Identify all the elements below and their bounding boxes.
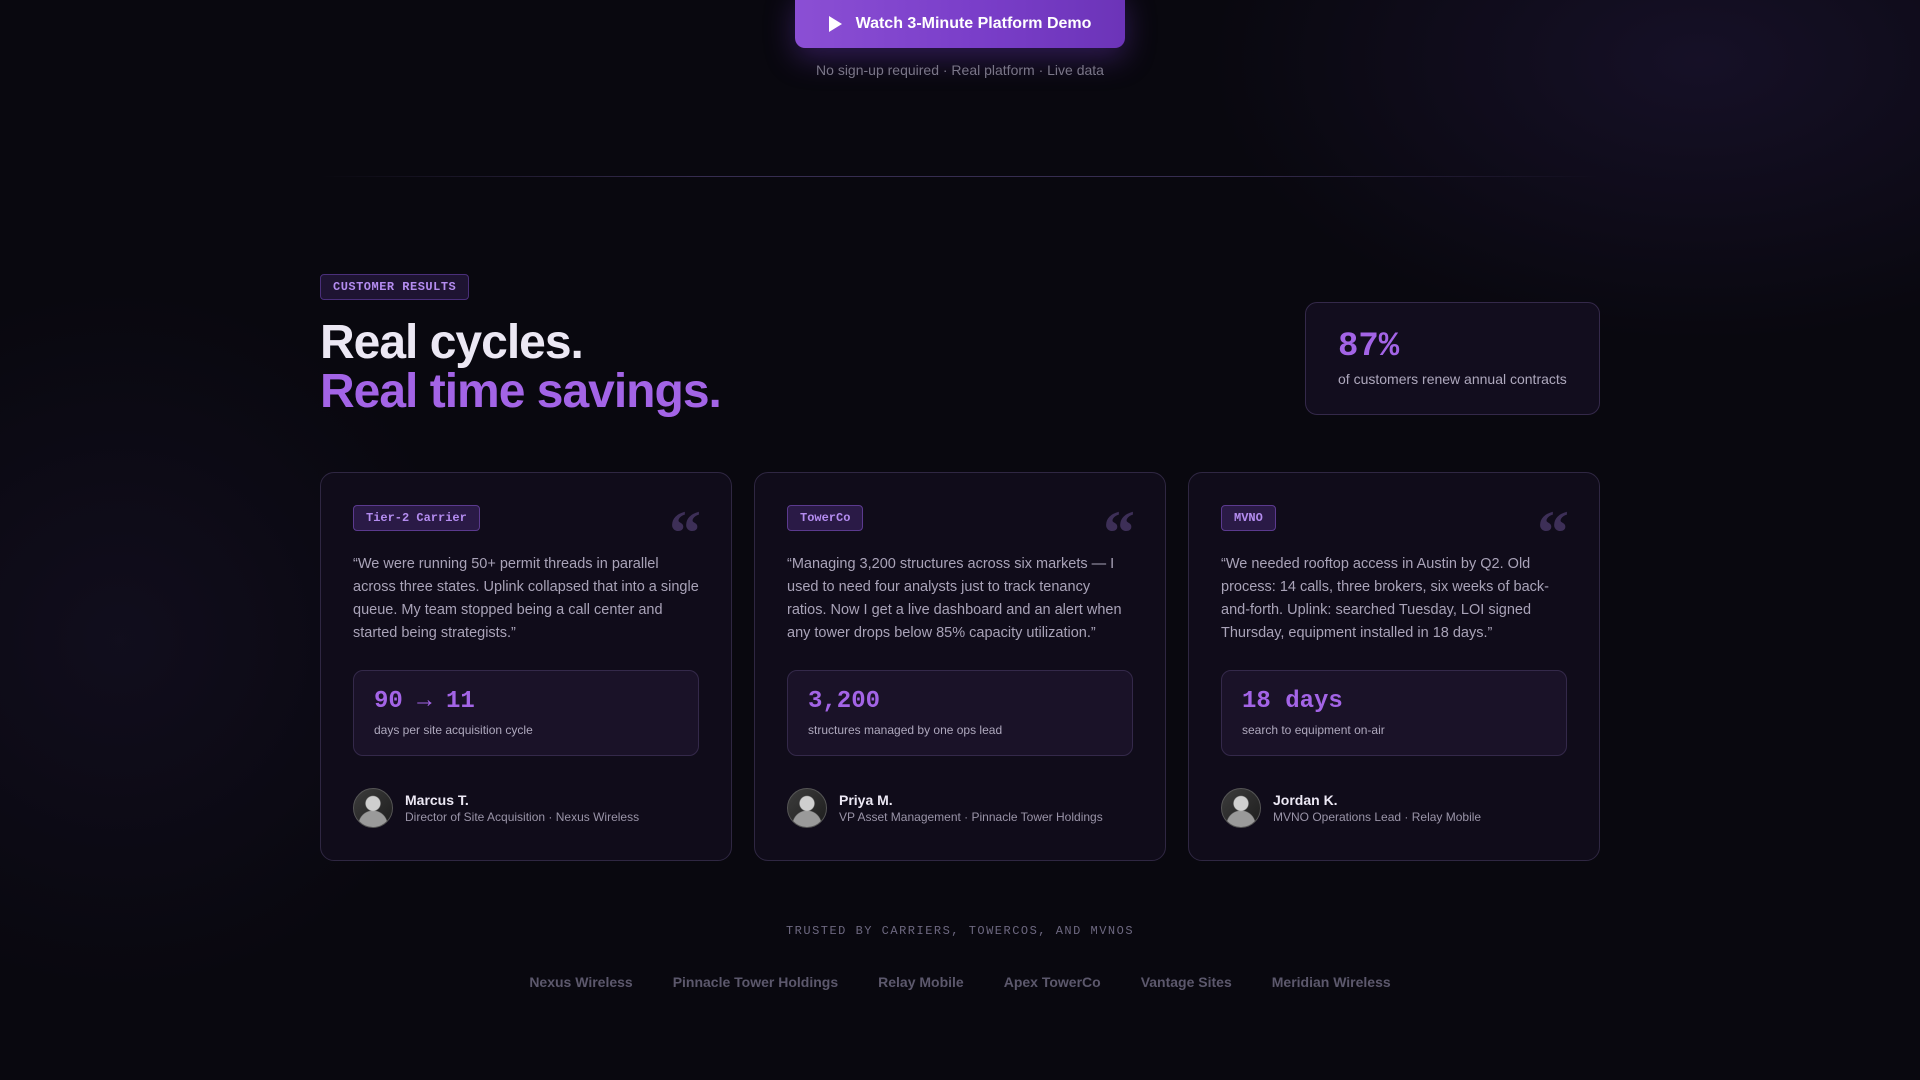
avatar <box>353 788 393 828</box>
metric-box: 18 days search to equipment on-air <box>1221 670 1567 756</box>
logo-relay-mobile: Relay Mobile <box>878 974 964 990</box>
avatar <box>1221 788 1261 828</box>
testimonial-quote: “We were running 50+ permit threads in p… <box>353 556 699 641</box>
segment-tag: TowerCo <box>787 505 864 531</box>
testimonial-card: MVNO “ “We needed rooftop access in Aust… <box>1188 472 1600 861</box>
metric-box: 3,200 structures managed by one ops lead <box>787 670 1133 756</box>
hero-subtext: No sign-up required · Real platform · Li… <box>816 62 1104 78</box>
logo-nexus-wireless: Nexus Wireless <box>529 974 633 990</box>
renewal-stat-caption: of customers renew annual contracts <box>1338 371 1567 387</box>
metric-box: 90 → 11 days per site acquisition cycle <box>353 670 699 756</box>
author-role: MVNO Operations Lead · Relay Mobile <box>1273 810 1482 824</box>
author-name: Priya M. <box>839 792 893 808</box>
metric-label: structures managed by one ops lead <box>808 723 1003 737</box>
testimonial-author: Jordan K. MVNO Operations Lead · Relay M… <box>1221 788 1567 828</box>
testimonial-quote: “We needed rooftop access in Austin by Q… <box>1221 556 1549 641</box>
segment-tag: Tier-2 Carrier <box>353 505 480 531</box>
metric-value: 18 days <box>1242 688 1343 715</box>
section-divider <box>320 176 1600 177</box>
avatar <box>787 788 827 828</box>
author-name: Jordan K. <box>1273 792 1338 808</box>
play-icon <box>828 16 842 32</box>
testimonial-author: Priya M. VP Asset Management · Pinnacle … <box>787 788 1133 828</box>
logo-pinnacle-tower-holdings: Pinnacle Tower Holdings <box>672 974 839 990</box>
logo-apex-towerco: Apex TowerCo <box>1003 974 1101 990</box>
testimonial-cards: Tier-2 Carrier “ “We were running 50+ pe… <box>320 472 1600 861</box>
author-name: Marcus T. <box>405 792 469 808</box>
trusted-by-label: TRUSTED BY CARRIERS, TOWERCOS, AND MVNOS <box>785 924 1135 938</box>
metric-label: search to equipment on-air <box>1242 723 1385 737</box>
testimonial-quote: “Managing 3,200 structures across six ma… <box>787 556 1122 641</box>
quote-icon: “ <box>1537 497 1569 568</box>
quote-icon: “ <box>669 497 701 568</box>
renewal-stat-value: 87% <box>1338 328 1400 366</box>
testimonial-card: TowerCo “ “Managing 3,200 structures acr… <box>754 472 1166 861</box>
quote-icon: “ <box>1103 497 1135 568</box>
logo-meridian-wireless: Meridian Wireless <box>1271 974 1391 990</box>
watch-demo-button[interactable]: Watch 3-Minute Platform Demo <box>795 0 1125 48</box>
author-role: Director of Site Acquisition · Nexus Wir… <box>405 810 640 824</box>
segment-tag: MVNO <box>1221 505 1276 531</box>
metric-value: 3,200 <box>808 688 881 715</box>
metric-label: days per site acquisition cycle <box>374 723 533 737</box>
metric-value: 90 → 11 <box>374 688 475 715</box>
watch-demo-label: Watch 3-Minute Platform Demo <box>855 15 1092 32</box>
testimonial-author: Marcus T. Director of Site Acquisition ·… <box>353 788 699 828</box>
headline-line-2: Real time savings. <box>320 365 722 418</box>
customer-logos: Nexus Wireless Pinnacle Tower Holdings R… <box>0 974 1920 990</box>
section-headline: Real cycles. Real time savings. <box>320 316 722 418</box>
renewal-stat-card: 87% of customers renew annual contracts <box>1305 302 1600 415</box>
logo-vantage-sites: Vantage Sites <box>1140 974 1232 990</box>
testimonial-card: Tier-2 Carrier “ “We were running 50+ pe… <box>320 472 732 861</box>
author-role: VP Asset Management · Pinnacle Tower Hol… <box>839 810 1103 824</box>
section-eyebrow: CUSTOMER RESULTS <box>320 274 470 300</box>
headline-line-1: Real cycles. <box>320 316 584 369</box>
